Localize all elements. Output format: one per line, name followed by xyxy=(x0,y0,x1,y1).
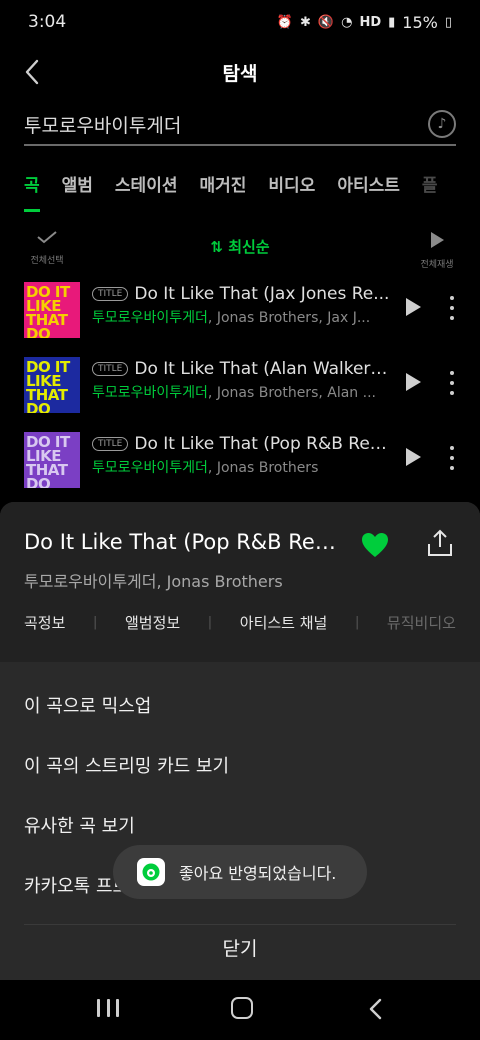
artist-channel-link[interactable]: 아티스트 채널 xyxy=(240,612,328,633)
tab-songs[interactable]: 곡 xyxy=(24,160,40,212)
menu-item-streaming-card[interactable]: 이 곡의 스트리밍 카드 보기 xyxy=(24,752,229,778)
page-title: 탐색 xyxy=(222,62,258,85)
sort-label: 최신순 xyxy=(228,238,270,256)
song-info-link[interactable]: 곡정보 xyxy=(24,612,65,633)
sheet-links: 곡정보 | 앨범정보 | 아티스트 채널 | 뮤직비디오 xyxy=(24,612,456,633)
album-art: DO IT LIKE THAT DO xyxy=(24,357,80,413)
song-artist-main: 투모로우바이투게더 xyxy=(92,385,208,401)
tab-magazines[interactable]: 매거진 xyxy=(199,160,246,212)
tab-playlists[interactable]: 플 xyxy=(422,160,438,212)
tab-albums[interactable]: 앨범 xyxy=(62,160,93,212)
tab-stations[interactable]: 스테이션 xyxy=(115,160,178,212)
list-controls: 전체선택 ⇅ 최신순 전체재생 xyxy=(0,228,480,272)
share-icon[interactable] xyxy=(426,528,454,558)
heart-icon[interactable] xyxy=(361,532,389,558)
play-icon[interactable] xyxy=(406,448,421,466)
music-video-link[interactable]: 뮤직비디오 xyxy=(387,612,456,633)
tab-videos[interactable]: 비디오 xyxy=(268,160,315,212)
network-label: HD xyxy=(359,14,382,30)
sheet-song-artist: 투모로우바이투게더, Jonas Brothers xyxy=(24,572,283,591)
play-icon xyxy=(430,232,444,248)
sort-button[interactable]: ⇅ 최신순 xyxy=(0,236,480,257)
song-artist-rest: , Jonas Brothers, Jax J... xyxy=(207,310,371,326)
search-bar: ♪ xyxy=(24,104,456,146)
play-all-button[interactable]: 전체재생 xyxy=(416,228,458,271)
play-all-label: 전체재생 xyxy=(420,260,454,270)
status-time: 3:04 xyxy=(28,12,67,32)
sheet-header: Do It Like That (Pop R&B Rem... 투모로우바이투게… xyxy=(0,502,480,662)
battery-percent: 15% xyxy=(402,12,438,32)
status-icons: ⏰ ✱ 🔇 ◔ HD ▮ 15% ▯ xyxy=(277,13,452,32)
chevron-left-icon[interactable] xyxy=(20,58,46,86)
divider xyxy=(24,924,456,925)
menu-item-similar-songs[interactable]: 유사한 곡 보기 xyxy=(24,812,135,838)
divider: | xyxy=(207,615,213,630)
music-note-icon: ♪ xyxy=(437,116,447,132)
more-options-icon[interactable] xyxy=(449,371,455,395)
divider: | xyxy=(354,615,360,630)
sheet-song-title: Do It Like That (Pop R&B Rem... xyxy=(24,530,344,554)
song-options-sheet: Do It Like That (Pop R&B Rem... 투모로우바이투게… xyxy=(0,502,480,980)
album-info-link[interactable]: 앨범정보 xyxy=(125,612,180,633)
song-artist-rest: , Jonas Brothers, Alan ... xyxy=(207,385,376,401)
song-title: Do It Like That (Pop R&B Remi... xyxy=(134,434,392,454)
bluetooth-icon: ✱ xyxy=(300,14,311,30)
search-input[interactable] xyxy=(24,113,404,135)
song-row[interactable]: DO IT LIKE THAT DO TITLE Do It Like That… xyxy=(0,357,480,427)
more-options-icon[interactable] xyxy=(449,296,455,320)
song-artist-rest: , Jonas Brothers xyxy=(207,460,319,476)
close-button[interactable]: 닫기 xyxy=(0,934,480,961)
tab-artists[interactable]: 아티스트 xyxy=(337,160,400,212)
tab-bar: 곡 앨범 스테이션 매거진 비디오 아티스트 플 xyxy=(0,160,480,212)
home-icon[interactable] xyxy=(231,997,253,1019)
song-row[interactable]: DO IT LIKE THAT DO TITLE Do It Like That… xyxy=(0,282,480,352)
back-icon[interactable] xyxy=(367,997,385,1021)
song-title: Do It Like That (Jax Jones Re... xyxy=(134,284,390,304)
toast-message: 좋아요 반영되었습니다. xyxy=(179,864,337,883)
melon-app-icon xyxy=(137,858,165,886)
album-art: DO IT LIKE THAT DO xyxy=(24,282,80,338)
sort-icon: ⇅ xyxy=(210,238,223,256)
more-options-icon[interactable] xyxy=(449,446,455,470)
battery-icon: ▯ xyxy=(444,14,452,30)
play-icon[interactable] xyxy=(406,373,421,391)
divider: | xyxy=(93,615,98,630)
music-search-button[interactable]: ♪ xyxy=(428,110,456,138)
title-badge: TITLE xyxy=(92,287,129,301)
select-all-label: 전체선택 xyxy=(30,256,64,266)
title-badge: TITLE xyxy=(92,437,129,451)
play-icon[interactable] xyxy=(406,298,421,316)
status-bar: 3:04 ⏰ ✱ 🔇 ◔ HD ▮ 15% ▯ xyxy=(0,0,480,44)
wifi-icon: ◔ xyxy=(341,14,353,30)
song-artist-main: 투모로우바이투게더 xyxy=(92,460,208,476)
title-badge: TITLE xyxy=(92,362,129,376)
mute-icon: 🔇 xyxy=(317,14,335,30)
header: 탐색 xyxy=(0,48,480,96)
menu-item-mixup[interactable]: 이 곡으로 믹스업 xyxy=(24,692,151,718)
song-artist-main: 투모로우바이투게더 xyxy=(92,310,208,326)
toast: 좋아요 반영되었습니다. xyxy=(113,845,367,899)
song-row[interactable]: DO IT LIKE THAT DO TITLE Do It Like That… xyxy=(0,432,480,502)
alarm-icon: ⏰ xyxy=(276,14,294,30)
signal-icon: ▮ xyxy=(388,14,396,30)
song-title: Do It Like That (Alan Walker R... xyxy=(134,359,392,379)
system-nav-bar xyxy=(0,980,480,1040)
recent-apps-icon[interactable] xyxy=(97,999,119,1017)
album-art: DO IT LIKE THAT DO xyxy=(24,432,80,488)
